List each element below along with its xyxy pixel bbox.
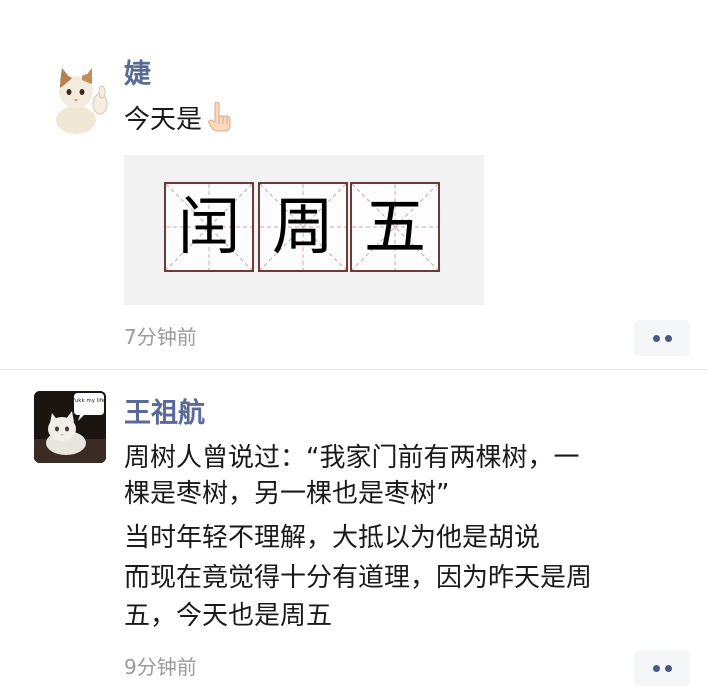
more-actions-button[interactable]	[634, 320, 690, 356]
post-timestamp: 7分钟前	[124, 325, 197, 349]
post-text: 今天是	[124, 105, 203, 135]
dot-icon	[653, 335, 660, 342]
post-image[interactable]: 闰 周 五	[124, 155, 484, 305]
hand-pointing-down-icon	[206, 101, 232, 141]
post-timestamp: 9分钟前	[124, 655, 197, 679]
grid-character: 五	[363, 190, 426, 263]
cat-avatar-icon[interactable]	[46, 62, 118, 134]
post-text-line: 当时年轻不理解，大抵以为他是胡说	[124, 523, 541, 553]
post-text-line: 今天是	[124, 101, 232, 141]
grid-cell-1: 闰	[164, 182, 254, 272]
post-text-line: 而现在竟觉得十分有道理，因为昨天是周	[124, 563, 593, 593]
kitten-avatar-icon[interactable]: fukk my life	[34, 391, 106, 463]
post-text-line: 周树人曾说过：“我家门前有两棵树，一	[124, 443, 580, 473]
dot-icon	[653, 665, 660, 672]
grid-character: 周	[271, 190, 334, 263]
grid-cell-3: 五	[350, 182, 440, 272]
post-text-line: 五，今天也是周五	[124, 601, 333, 631]
grid-character: 闰	[177, 190, 240, 263]
post-text-line: 棵是枣树，另一棵也是枣树”	[124, 479, 450, 509]
post-author-name[interactable]: 婕	[124, 58, 151, 92]
post-author-name[interactable]: 王祖航	[124, 397, 205, 431]
more-actions-button[interactable]	[634, 650, 690, 686]
dot-icon	[665, 665, 672, 672]
grid-cell-2: 周	[258, 182, 348, 272]
dot-icon	[665, 335, 672, 342]
post-divider	[0, 369, 708, 370]
avatar-caption: fukk my life	[73, 398, 106, 404]
